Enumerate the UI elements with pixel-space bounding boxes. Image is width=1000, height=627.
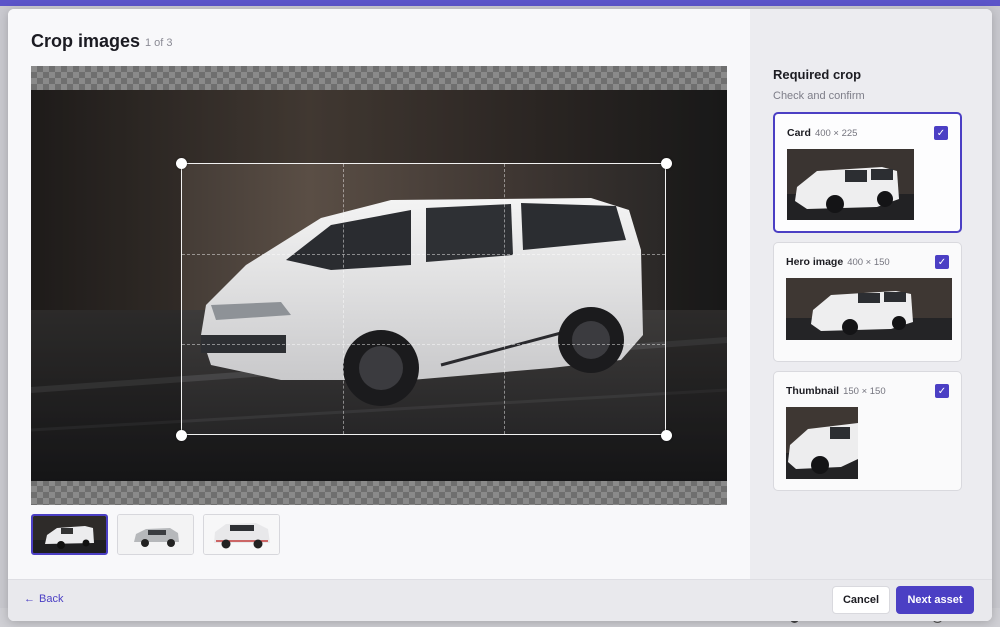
crop-name: Card	[787, 127, 811, 139]
crop-card-card[interactable]: Card 400 × 225 ✓	[773, 112, 962, 233]
crop-mask-bottom	[31, 435, 727, 481]
grey-suv-thumb-image	[118, 515, 193, 554]
required-crop-sidebar: Required crop Check and confirm Card 400 …	[750, 9, 992, 579]
hero-preview-image	[786, 278, 952, 340]
back-button[interactable]: ← Back	[24, 593, 63, 605]
arrow-left-icon: ←	[24, 593, 35, 605]
sidebar-heading: Required crop	[773, 67, 862, 82]
thumbnail-white-van[interactable]	[31, 514, 108, 555]
crop-images-modal: Crop images 1 of 3 Required crop Check a…	[8, 9, 992, 621]
crop-name: Hero image	[786, 256, 844, 268]
page-title: Crop images	[31, 31, 141, 51]
app-top-bar	[0, 0, 1000, 6]
next-asset-button[interactable]: Next asset	[896, 586, 974, 614]
sidebar-subheading: Check and confirm	[773, 90, 865, 102]
thumbnail-white-kia-suv[interactable]	[203, 514, 280, 555]
thumbnail-crop-preview	[786, 407, 858, 479]
check-icon: ✓	[937, 256, 947, 268]
crop-card-thumbnail[interactable]: Thumbnail 150 × 150 ✓	[773, 371, 962, 491]
crop-handle-top-left[interactable]	[176, 158, 187, 169]
crop-handle-bottom-left[interactable]	[176, 430, 187, 441]
crop-canvas[interactable]	[31, 66, 727, 505]
grid-line	[503, 164, 505, 434]
asset-counter: 1 of 3	[145, 37, 173, 49]
thumbnail-preview-image	[786, 407, 858, 479]
crop-mask-left	[31, 163, 181, 435]
crop-checkbox[interactable]: ✓	[935, 384, 949, 398]
card-crop-preview	[787, 149, 914, 220]
editor-pane: Crop images 1 of 3	[8, 9, 750, 579]
crop-checkbox[interactable]: ✓	[934, 126, 948, 140]
white-van-thumb-image	[33, 516, 106, 553]
crop-size: 150 × 150	[843, 386, 886, 397]
back-label: Back	[39, 593, 64, 605]
crop-checkbox[interactable]: ✓	[935, 255, 949, 269]
crop-card-title: Thumbnail 150 × 150	[786, 385, 886, 397]
cancel-button[interactable]: Cancel	[832, 586, 890, 614]
thumbnail-grey-suv[interactable]	[117, 514, 194, 555]
crop-card-title: Hero image 400 × 150	[786, 256, 890, 268]
crop-selection-box[interactable]	[181, 163, 666, 435]
crop-name: Thumbnail	[786, 385, 840, 397]
check-icon: ✓	[936, 127, 946, 139]
asset-thumbnail-strip	[31, 514, 280, 555]
crop-card-hero-image[interactable]: Hero image 400 × 150 ✓	[773, 242, 962, 362]
hero-crop-preview	[786, 278, 952, 340]
grid-line	[342, 164, 344, 434]
white-kia-suv-thumb-image	[204, 515, 279, 554]
crop-mask-top	[31, 90, 727, 163]
crop-handle-bottom-right[interactable]	[661, 430, 672, 441]
crop-mask-right	[666, 163, 727, 435]
card-preview-image	[787, 149, 914, 220]
grid-line	[182, 343, 665, 345]
modal-footer: ← Back Cancel Next asset	[8, 579, 992, 621]
check-icon: ✓	[937, 385, 947, 397]
crop-card-title: Card 400 × 225	[787, 127, 857, 139]
crop-size: 400 × 150	[847, 257, 890, 268]
crop-size: 400 × 225	[814, 128, 858, 139]
crop-handle-top-right[interactable]	[661, 158, 672, 169]
grid-line	[182, 253, 665, 255]
